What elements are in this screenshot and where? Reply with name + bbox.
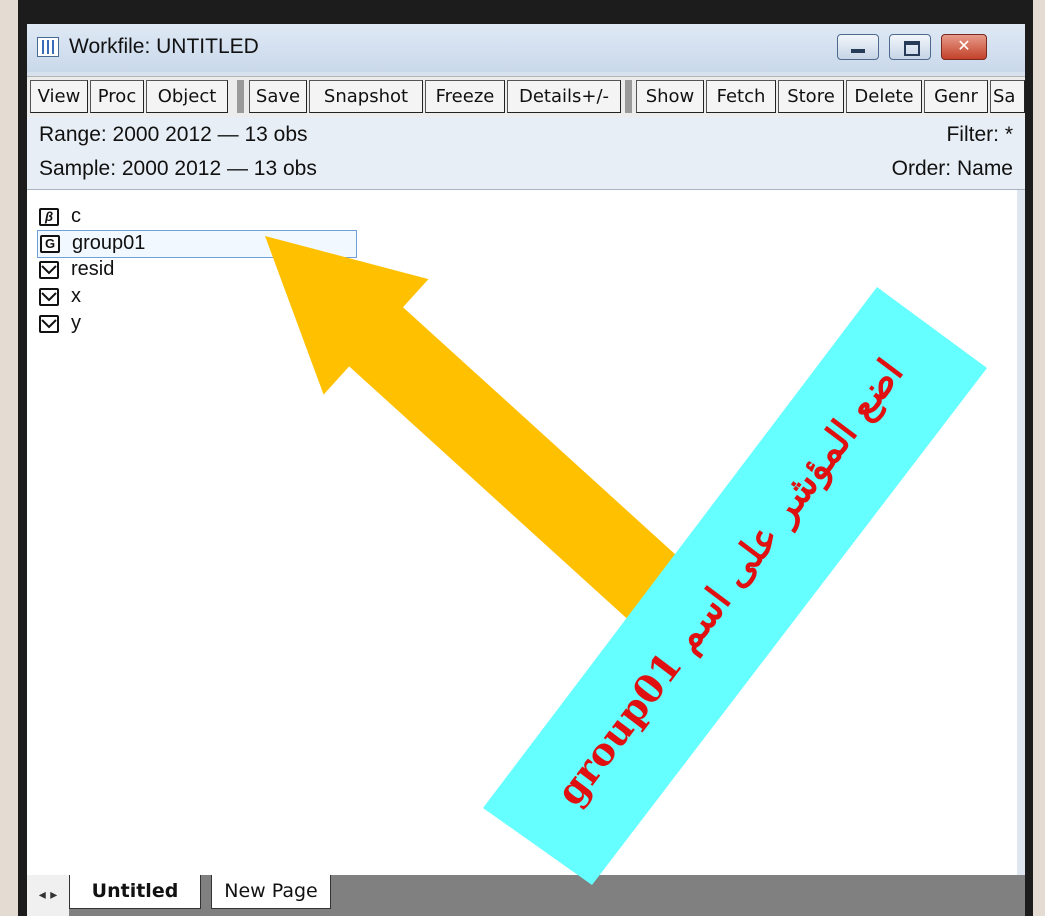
maximize-icon: [904, 41, 920, 56]
genr-button[interactable]: Genr: [924, 80, 988, 113]
tab-untitled[interactable]: Untitled: [69, 875, 201, 909]
page-tab-bar: ◂ ▸ Untitled New Page: [27, 875, 1025, 916]
group-icon: G: [40, 235, 60, 253]
store-button[interactable]: Store: [778, 80, 844, 113]
maximize-button[interactable]: [889, 34, 931, 60]
minimize-icon: [851, 49, 865, 53]
toolbar-separator: [625, 80, 632, 113]
freeze-button[interactable]: Freeze: [425, 80, 505, 113]
tab-scroll-arrows-icon[interactable]: ◂ ▸: [27, 875, 69, 916]
proc-button[interactable]: Proc: [90, 80, 144, 113]
tab-new-page[interactable]: New Page: [211, 875, 331, 909]
toolbar-separator: [237, 80, 244, 113]
snapshot-button[interactable]: Snapshot: [309, 80, 423, 113]
save-button[interactable]: Save: [249, 80, 307, 113]
details-button[interactable]: Details+/-: [507, 80, 621, 113]
sample-text[interactable]: Sample: 2000 2012 — 13 obs: [39, 157, 317, 181]
series-icon: [39, 288, 59, 306]
series-icon: [39, 261, 59, 279]
show-button[interactable]: Show: [636, 80, 704, 113]
vertical-scrollbar[interactable]: [1017, 190, 1025, 875]
window-title: Workfile: UNTITLED: [69, 35, 259, 58]
object-name: group01: [72, 232, 146, 254]
object-name: c: [71, 205, 81, 227]
minimize-button[interactable]: [837, 34, 879, 60]
view-button[interactable]: View: [30, 80, 88, 113]
order-text[interactable]: Order: Name: [892, 157, 1013, 181]
title-bar[interactable]: Workfile: UNTITLED ✕: [27, 24, 1025, 72]
workfile-icon: [37, 37, 59, 57]
series-icon: [39, 315, 59, 333]
delete-button[interactable]: Delete: [846, 80, 922, 113]
close-button[interactable]: ✕: [941, 34, 987, 60]
object-button[interactable]: Object: [146, 80, 228, 113]
toolbar: View Proc Object Save Snapshot Freeze De…: [27, 76, 1025, 118]
fetch-button[interactable]: Fetch: [706, 80, 776, 113]
coefficient-icon: β: [39, 208, 59, 226]
range-text[interactable]: Range: 2000 2012 — 13 obs: [39, 123, 308, 147]
object-name: x: [71, 285, 81, 307]
filter-text[interactable]: Filter: *: [946, 123, 1013, 147]
object-name: resid: [71, 258, 115, 280]
object-name: y: [71, 312, 81, 334]
workfile-info: Range: 2000 2012 — 13 obs Sample: 2000 2…: [27, 117, 1025, 190]
sample-button[interactable]: Sa: [990, 80, 1025, 113]
close-icon: ✕: [957, 36, 971, 55]
